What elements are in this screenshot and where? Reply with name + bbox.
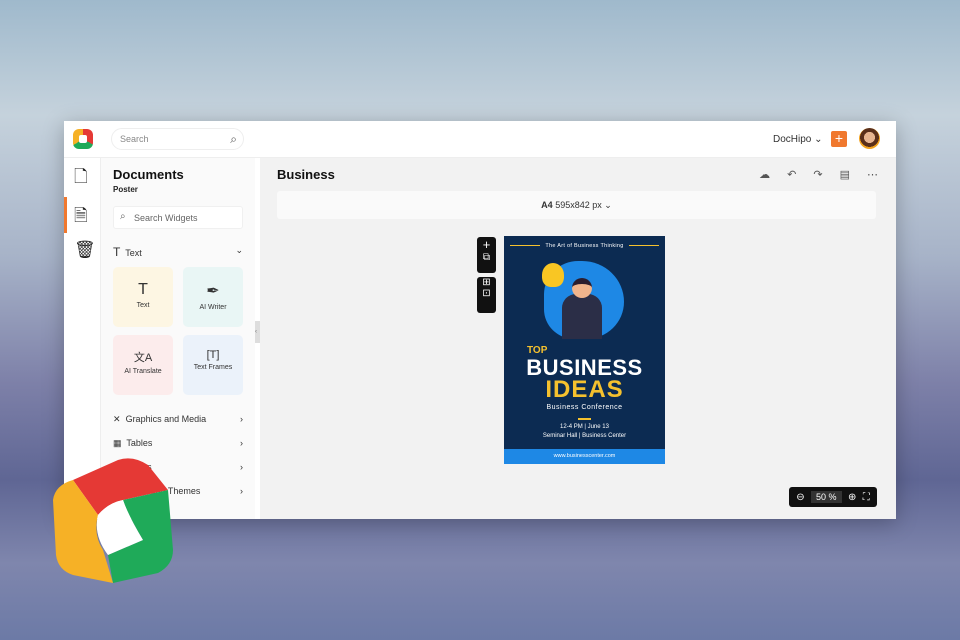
chevron-down-icon: ⌄ (814, 134, 823, 145)
poster-url: www.businesscenter.com (504, 449, 665, 464)
create-button[interactable]: + (831, 131, 847, 147)
app-logo[interactable] (73, 129, 93, 149)
section-label: Tables (126, 438, 153, 448)
panel-subtitle: Poster (113, 185, 138, 194)
text-icon: T (113, 245, 121, 259)
panel-title: Documents (113, 167, 184, 182)
redo-icon[interactable]: ↷ (813, 168, 822, 181)
section-label: Graphics and Media (125, 414, 207, 424)
fullscreen-icon[interactable]: ⛶ (863, 492, 870, 503)
widget-text-frames[interactable]: [T] Text Frames (183, 335, 243, 395)
translate-icon: 文A (133, 352, 153, 364)
chevron-down-icon: ⌄ (235, 245, 243, 255)
top-bar: Search ⌕ DocHipo ⌄ + (64, 121, 896, 158)
comment-icon[interactable]: ▤ (840, 168, 850, 181)
chevron-right-icon: › (240, 414, 243, 424)
poster-time: 12-4 PM | June 13 (560, 424, 609, 430)
more-icon[interactable]: ⋯ (867, 168, 878, 181)
add-page-icon[interactable]: + (477, 237, 496, 252)
canvas-area: Business ☁ ↶ ↷ ▤ ⋯ A4 595x842 px ⌄ + ⧉ ⊞ ⊡… (260, 158, 896, 519)
zoom-unit: % (828, 492, 837, 502)
search-widgets-placeholder: Search Widgets (134, 213, 198, 223)
layout-tools: ⊞ ⊡ (477, 277, 496, 313)
section-label: Text (125, 248, 142, 258)
graphics-icon: ✕ (113, 414, 121, 424)
document-title[interactable]: Business (277, 167, 335, 182)
resize-icon[interactable]: ⊡ (477, 288, 496, 299)
zoom-control: ⊖ 50 % ⊕ ⛶ (789, 487, 877, 507)
size-label: A4 (541, 200, 553, 210)
table-icon: ▦ (113, 438, 122, 448)
dochipo-logo (53, 458, 173, 583)
editor-window: Search ⌕ DocHipo ⌄ + 🗋 🗎 🗑 Documents Post… (64, 121, 896, 519)
chevron-down-icon: ⌄ (604, 200, 612, 210)
size-value: 595x842 px (555, 200, 602, 210)
chevron-right-icon: › (240, 486, 243, 496)
poster-heading-2: IDEAS (545, 376, 624, 403)
search-icon: ⌕ (120, 211, 126, 222)
search-input[interactable]: Search ⌕ (111, 128, 244, 150)
card-label: Text Frames (193, 364, 233, 371)
page-tools: + ⧉ (477, 237, 496, 273)
search-widgets-input[interactable]: ⌕ Search Widgets (113, 206, 243, 229)
widget-text[interactable]: T Text (113, 267, 173, 327)
card-label: AI Writer (199, 304, 227, 311)
search-icon[interactable]: ⌕ (230, 132, 237, 147)
zoom-out-icon[interactable]: ⊖ (796, 492, 804, 503)
avatar[interactable] (859, 128, 880, 149)
page-size-selector[interactable]: A4 595x842 px ⌄ (277, 191, 876, 219)
text-frame-icon: [T] (206, 349, 220, 361)
pen-icon: ✒ (206, 283, 220, 300)
grid-icon[interactable]: ⊞ (477, 277, 496, 288)
poster-conference: Business Conference (546, 404, 623, 411)
zoom-in-icon[interactable]: ⊕ (848, 492, 856, 503)
businessman-illustration (562, 294, 602, 339)
account-name: DocHipo (773, 134, 812, 145)
documents-list-icon[interactable]: 🗎 (74, 203, 88, 232)
poster-venue: Seminar Hall | Business Center (542, 433, 627, 439)
chevron-right-icon: › (240, 438, 243, 448)
poster-canvas[interactable]: The Art of Business Thinking TOP BUSINES… (504, 236, 665, 464)
chevron-right-icon: › (240, 462, 243, 472)
search-placeholder: Search (120, 134, 149, 144)
zoom-value[interactable]: 50 % (811, 491, 842, 503)
cloud-save-icon[interactable]: ☁ (759, 168, 770, 181)
duplicate-page-icon[interactable]: ⧉ (477, 252, 496, 263)
widget-ai-writer[interactable]: ✒ AI Writer (183, 267, 243, 327)
card-label: Text (136, 302, 150, 309)
active-indicator (64, 197, 67, 233)
trash-icon[interactable]: 🗑 (74, 240, 96, 260)
account-menu[interactable]: DocHipo ⌄ (773, 134, 823, 145)
text-icon: T (138, 281, 148, 298)
section-tables[interactable]: ▦ Tables › (113, 438, 243, 449)
zoom-number: 50 (816, 492, 827, 502)
poster-tagline: The Art of Business Thinking (504, 243, 665, 249)
document-icon[interactable]: 🗋 (74, 164, 88, 193)
lightbulb-illustration (542, 263, 564, 287)
undo-icon[interactable]: ↶ (787, 168, 796, 181)
card-label: AI Translate (124, 368, 162, 375)
section-text[interactable]: T Text ⌄ (113, 245, 243, 259)
widget-ai-translate[interactable]: 文A AI Translate (113, 335, 173, 395)
poster-divider (578, 418, 591, 420)
section-graphics[interactable]: ✕ Graphics and Media › (113, 414, 243, 425)
businessman-head (572, 278, 592, 298)
toolbar: ☁ ↶ ↷ ▤ ⋯ (759, 168, 878, 181)
